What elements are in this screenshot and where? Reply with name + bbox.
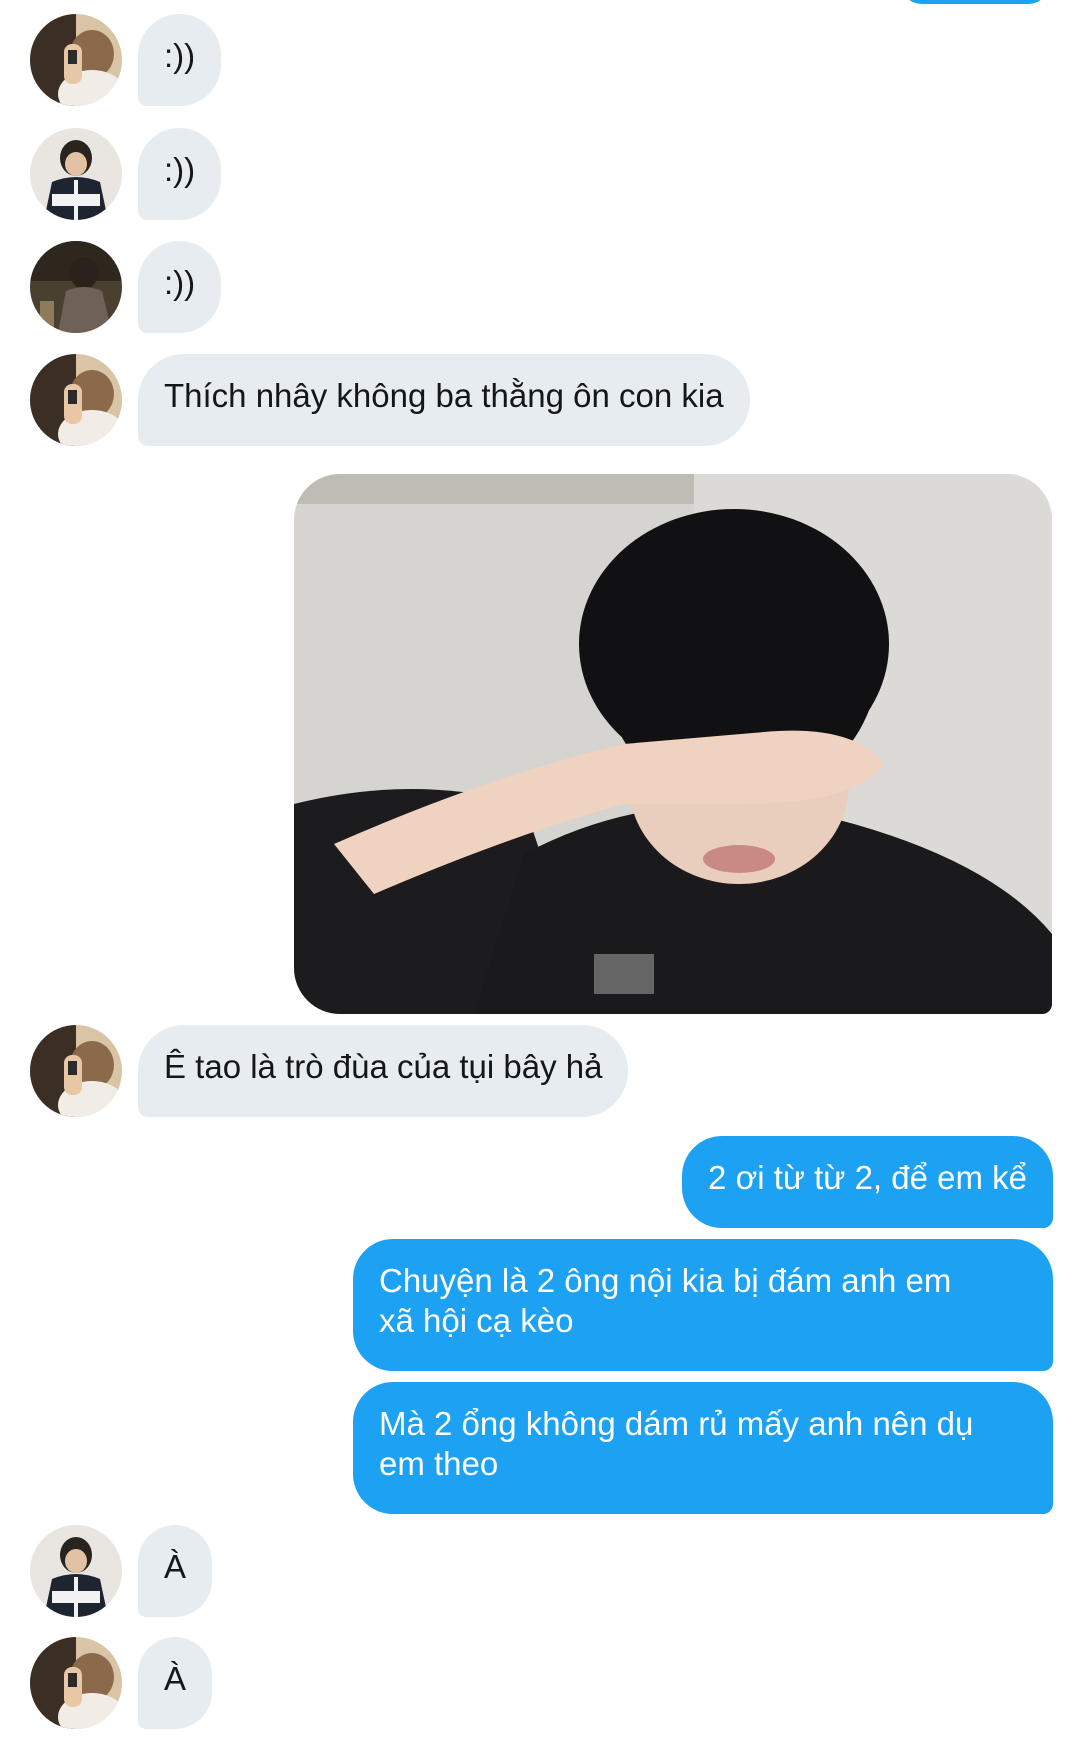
incoming-message[interactable]: Thích nhây không ba thằng ôn con kia (138, 354, 750, 446)
message-text: Ê tao là trò đùa của tụi bây hả (164, 1048, 603, 1085)
incoming-message[interactable]: :)) (138, 14, 222, 106)
avatar-jacket-photo[interactable] (30, 1525, 122, 1617)
message-text: À (164, 1548, 187, 1585)
message-text: Thích nhây không ba thằng ôn con kia (164, 377, 724, 414)
message-text: À (164, 1660, 187, 1697)
crying-boy-photo[interactable] (294, 474, 1052, 1014)
message-text-line: em theo (379, 1445, 499, 1482)
incoming-message[interactable]: À (138, 1637, 213, 1729)
message-text: :)) (164, 37, 196, 74)
message-text: :)) (164, 264, 196, 301)
avatar-hand-photo[interactable] (30, 354, 122, 446)
previous-message-bubble[interactable] (900, 0, 1050, 4)
message-text: 2 ơi từ từ 2, để em kể (708, 1159, 1027, 1196)
message-text-line: Chuyện là 2 ông nội kia bị đám anh em (379, 1262, 952, 1299)
incoming-message[interactable]: Ê tao là trò đùa của tụi bây hả (138, 1025, 629, 1117)
incoming-message[interactable]: :)) (138, 128, 222, 220)
avatar-hand-photo[interactable] (30, 1637, 122, 1729)
outgoing-message[interactable]: Chuyện là 2 ông nội kia bị đám anh em xã… (353, 1239, 1053, 1371)
avatar-hand-photo[interactable] (30, 14, 122, 106)
message-text-line: Mà 2 ổng không dám rủ mấy anh nên dụ (379, 1405, 974, 1442)
avatar-jacket-photo[interactable] (30, 128, 122, 220)
message-text-line: xã hội cạ kèo (379, 1302, 574, 1339)
conversation-thread: :)) :)) :)) Thích nhây không ba thằng ôn… (0, 0, 1080, 1741)
avatar-hand-photo[interactable] (30, 1025, 122, 1117)
message-text: :)) (164, 151, 196, 188)
outgoing-message[interactable]: 2 ơi từ từ 2, để em kể (682, 1136, 1053, 1228)
incoming-message[interactable]: :)) (138, 241, 222, 333)
outgoing-message[interactable]: Mà 2 ổng không dám rủ mấy anh nên dụ em … (353, 1382, 1053, 1514)
avatar-dark-photo[interactable] (30, 241, 122, 333)
incoming-message[interactable]: À (138, 1525, 213, 1617)
